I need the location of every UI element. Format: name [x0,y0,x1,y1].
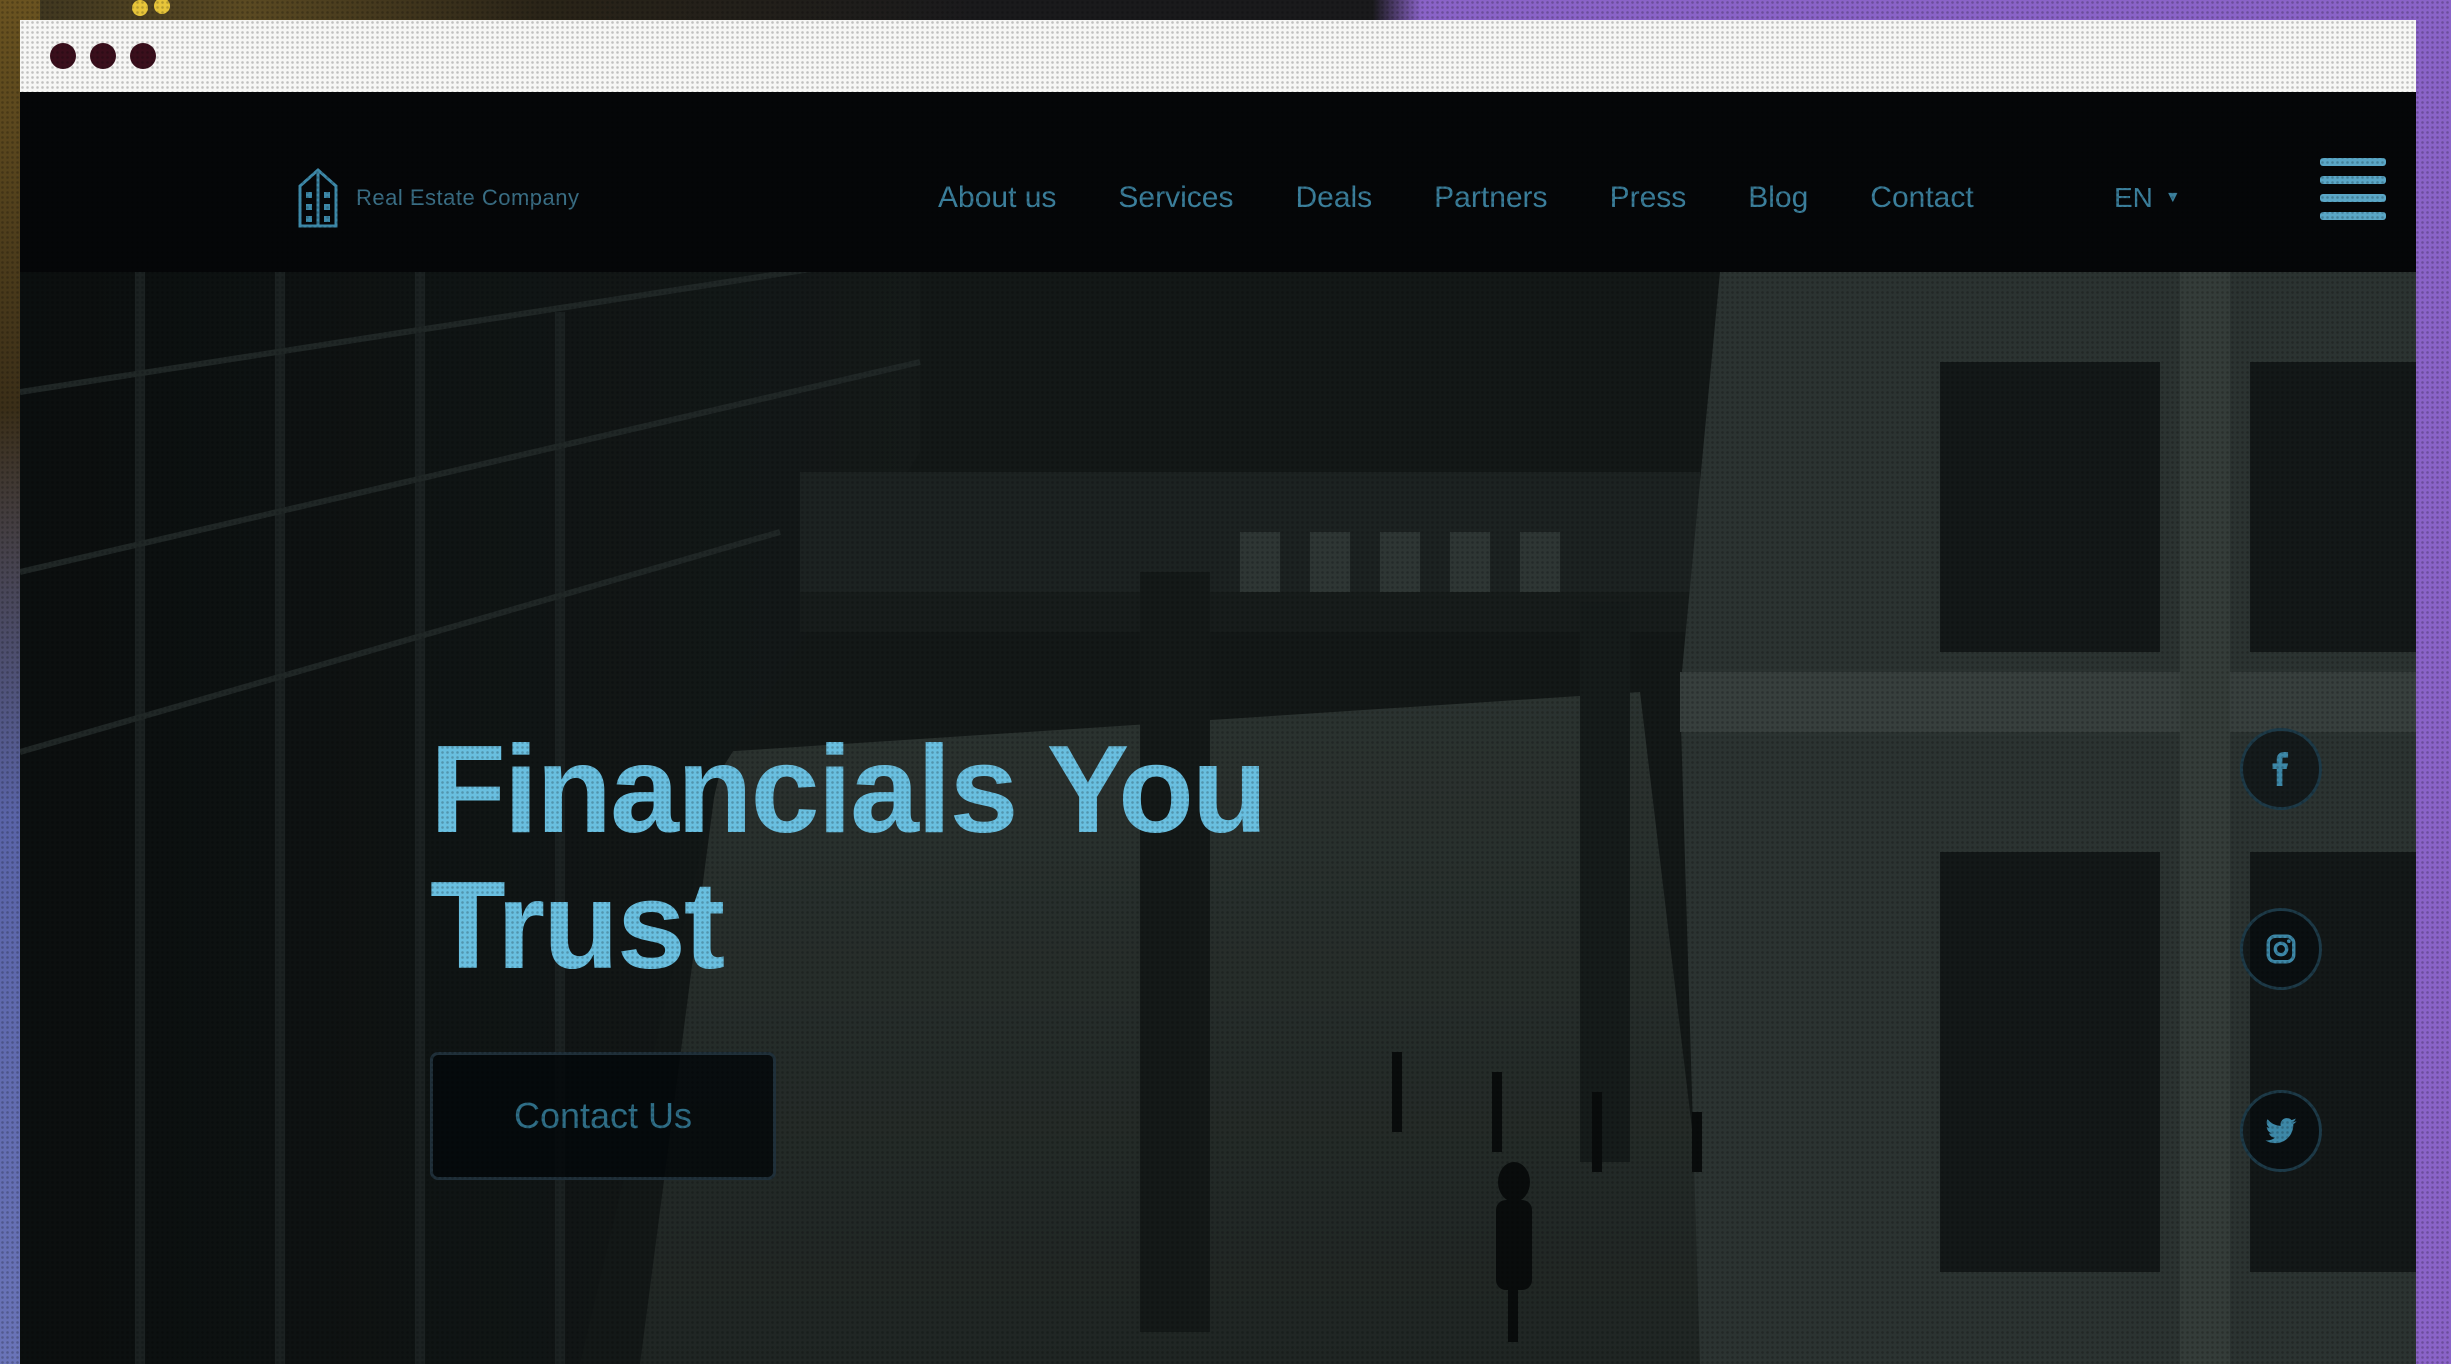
main-nav: About us Services Deals Partners Press B… [938,168,1974,228]
nav-item-partners[interactable]: Partners [1434,181,1547,215]
nav-item-contact[interactable]: Contact [1870,181,1973,215]
site-header: Real Estate Company About us Services De… [20,92,2416,272]
yellow-decoration [132,0,170,16]
browser-titlebar [20,20,2416,92]
hero-title-line-1: Financials You [430,721,1268,859]
hamburger-menu-icon[interactable] [2320,154,2390,224]
contact-us-button[interactable]: Contact Us [430,1052,776,1180]
nav-item-about-us[interactable]: About us [938,181,1056,215]
nav-item-blog[interactable]: Blog [1748,181,1808,215]
browser-window: Real Estate Company About us Services De… [20,20,2416,1364]
nav-item-deals[interactable]: Deals [1295,181,1372,215]
facebook-button[interactable] [2240,728,2322,810]
window-dot-minimize[interactable] [90,43,116,69]
caret-down-icon: ▼ [2164,189,2181,206]
twitter-button[interactable] [2240,1090,2322,1172]
window-dot-close[interactable] [50,43,76,69]
facebook-icon [2272,752,2289,786]
nav-item-press[interactable]: Press [1610,181,1687,215]
logo-text: Real Estate Company [356,185,580,210]
instagram-icon [2266,934,2296,964]
nav-item-services[interactable]: Services [1118,181,1233,215]
instagram-button[interactable] [2240,908,2322,990]
hero-title-line-2: Trust [430,857,725,995]
hero-section: Financials You Trust Contact Us [20,272,2416,1364]
background-purple-frame [2411,0,2451,1364]
hero-title: Financials You Trust [430,722,1430,994]
logo[interactable]: Real Estate Company [296,168,580,228]
twitter-icon [2265,1118,2297,1144]
language-label: EN [2114,182,2153,213]
window-dot-maximize[interactable] [130,43,156,69]
language-selector[interactable]: EN ▼ [2114,168,2181,228]
building-logo-icon [298,168,338,228]
